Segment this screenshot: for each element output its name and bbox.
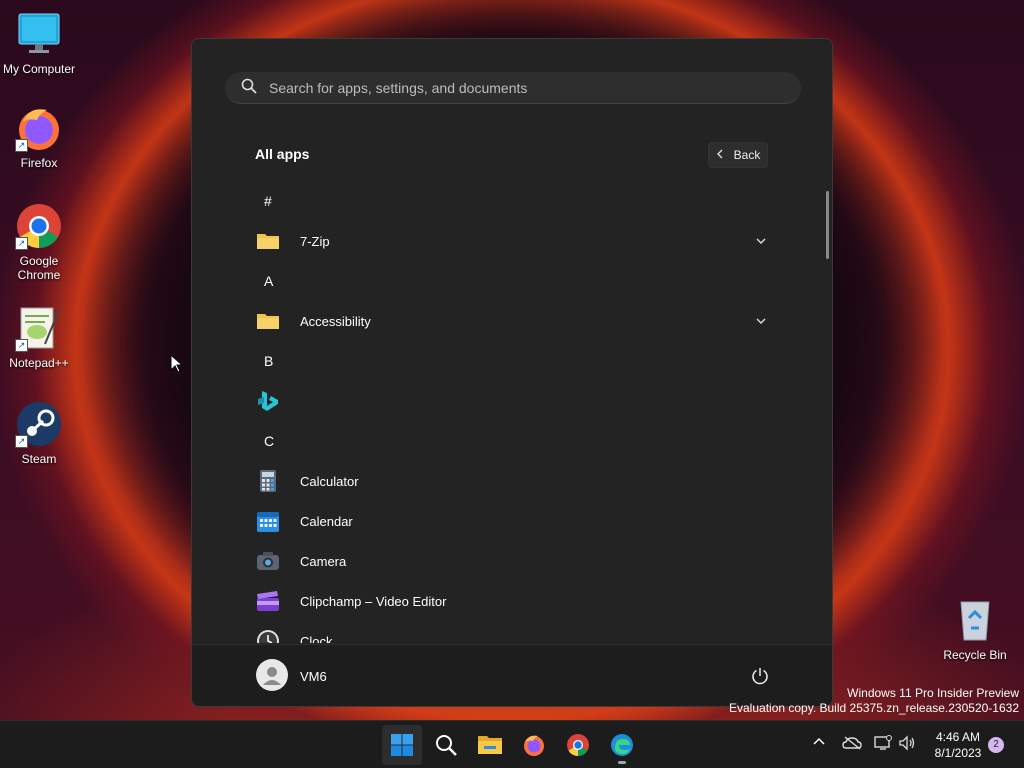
network-icon[interactable]: [874, 735, 892, 754]
chrome-icon: [567, 734, 589, 756]
app-item-bing[interactable]: [244, 381, 784, 421]
desktop-icon-my-computer[interactable]: My Computer: [0, 10, 78, 76]
steam-icon: ↗: [15, 400, 63, 448]
user-avatar-icon[interactable]: [256, 659, 288, 691]
clipchamp-icon: [256, 589, 280, 613]
app-label: Calendar: [300, 513, 353, 529]
shortcut-arrow-icon: ↗: [15, 435, 28, 448]
watermark-line-2: Evaluation copy. Build 25375.zn_release.…: [729, 701, 1019, 715]
watermark-line-1: Windows 11 Pro Insider Preview: [847, 686, 1019, 700]
show-hidden-icons-chevron-up-icon[interactable]: [812, 735, 826, 749]
shortcut-arrow-icon: ↗: [15, 339, 28, 352]
start-button[interactable]: [382, 725, 422, 765]
app-label: Camera: [300, 553, 347, 569]
calculator-icon: [256, 469, 280, 493]
app-item-calculator[interactable]: Calculator: [244, 461, 784, 501]
app-item-camera[interactable]: Camera: [244, 541, 784, 581]
group-letter: B: [264, 353, 274, 369]
clock-date: 8/1/2023: [934, 746, 982, 760]
clock-icon: [256, 629, 280, 643]
desktop-icon-recycle-bin[interactable]: Recycle Bin: [936, 596, 1014, 662]
app-item-clipchamp[interactable]: Clipchamp – Video Editor: [244, 581, 784, 621]
app-item-accessibility[interactable]: Accessibility: [244, 301, 784, 341]
start-search-box[interactable]: Search for apps, settings, and documents: [225, 72, 801, 104]
notification-badge[interactable]: 2: [988, 737, 1004, 753]
clock-time: 4:46 AM: [935, 730, 981, 744]
onedrive-offline-icon[interactable]: [842, 736, 862, 753]
desktop-icon-label: Firefox: [20, 156, 58, 170]
taskbar-file-explorer[interactable]: [470, 733, 510, 768]
back-button[interactable]: Back: [708, 142, 768, 168]
desktop-icon-steam[interactable]: ↗ Steam: [0, 400, 78, 466]
desktop-icon-label: Notepad++: [9, 356, 69, 370]
group-header-hash[interactable]: #: [244, 181, 784, 221]
taskbar-chrome[interactable]: [558, 733, 598, 768]
back-label: Back: [733, 148, 761, 162]
app-label: 7-Zip: [300, 233, 330, 249]
search-icon: [241, 78, 257, 97]
chevron-left-icon: [716, 148, 724, 162]
taskbar-clock[interactable]: 4:46 AM 8/1/2023: [918, 729, 998, 761]
group-letter: A: [264, 273, 274, 289]
chrome-icon: ↗: [15, 202, 63, 250]
app-item-calendar[interactable]: Calendar: [244, 501, 784, 541]
desktop-icon-label: My Computer: [2, 62, 76, 76]
desktop-icon-label: Recycle Bin: [943, 648, 1007, 662]
app-item-7zip[interactable]: 7-Zip: [244, 221, 784, 261]
shortcut-arrow-icon: ↗: [15, 139, 28, 152]
search-icon: [436, 735, 457, 756]
group-header-b[interactable]: B: [244, 341, 784, 381]
all-apps-heading: All apps: [255, 146, 310, 162]
chevron-down-icon[interactable]: [756, 313, 766, 328]
firefox-icon: [524, 735, 544, 756]
user-name[interactable]: VM6: [300, 669, 327, 684]
all-apps-list[interactable]: # 7-Zip A Accessibility B C Calculator C…: [192, 181, 832, 643]
taskbar-search-button[interactable]: [426, 733, 466, 768]
app-label: Clipchamp – Video Editor: [300, 593, 447, 609]
camera-icon: [256, 549, 280, 573]
file-explorer-icon: [478, 736, 502, 754]
group-letter: C: [264, 433, 275, 449]
desktop-icon-label: Google Chrome: [17, 254, 61, 282]
windows-logo-icon: [391, 734, 413, 756]
desktop-icon-firefox[interactable]: ↗ Firefox: [0, 104, 78, 170]
folder-icon: [256, 229, 280, 253]
desktop-icon-label: Steam: [21, 452, 57, 466]
chevron-down-icon[interactable]: [756, 233, 766, 248]
taskbar-edge[interactable]: [602, 733, 642, 768]
desktop-icon-notepad-plus-plus[interactable]: ↗ Notepad++: [0, 304, 78, 370]
taskbar-firefox[interactable]: [514, 733, 554, 768]
group-letter: #: [264, 193, 272, 209]
desktop-icon-google-chrome[interactable]: ↗ Google Chrome: [0, 202, 78, 282]
folder-icon: [256, 309, 280, 333]
firefox-icon: ↗: [15, 104, 63, 152]
bing-icon: [256, 389, 280, 413]
app-item-clock[interactable]: Clock: [244, 621, 784, 643]
start-menu: Search for apps, settings, and documents…: [191, 38, 833, 707]
edge-icon: [611, 734, 633, 756]
shortcut-arrow-icon: ↗: [15, 237, 28, 250]
power-icon[interactable]: [750, 666, 770, 686]
evaluation-watermark: Windows 11 Pro Insider Preview Evaluatio…: [729, 686, 1019, 716]
app-label: Accessibility: [300, 313, 371, 329]
volume-icon[interactable]: [898, 735, 916, 754]
monitor-icon: [15, 10, 63, 58]
app-label: Clock: [300, 633, 333, 644]
running-indicator: [618, 761, 626, 764]
app-label: Calculator: [300, 473, 359, 489]
recycle-bin-icon: [951, 596, 999, 644]
notepad-plus-plus-icon: ↗: [15, 304, 63, 352]
calendar-icon: [256, 509, 280, 533]
group-header-a[interactable]: A: [244, 261, 784, 301]
mouse-cursor-icon: [170, 353, 184, 379]
taskbar: 4:46 AM 8/1/2023 2: [0, 720, 1024, 768]
group-header-c[interactable]: C: [244, 421, 784, 461]
apps-scrollbar[interactable]: [826, 191, 829, 259]
search-placeholder: Search for apps, settings, and documents: [269, 79, 528, 96]
